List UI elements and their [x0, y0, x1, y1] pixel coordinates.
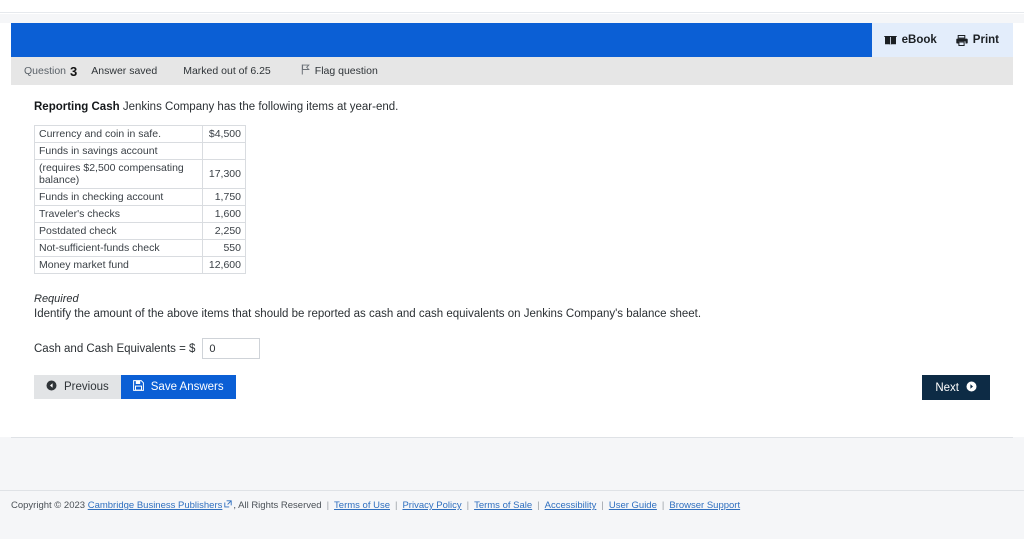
item-amount-cell: 2,250 [202, 222, 246, 240]
flag-icon [301, 64, 310, 78]
item-amount-cell: 1,750 [202, 188, 246, 206]
table-row: (requires $2,500 compensating balance) 17… [33, 159, 246, 189]
footer-separator: | [395, 500, 398, 511]
action-buttons: Previous Save Answers [34, 375, 236, 399]
answer-status: Answer saved [91, 65, 158, 77]
footer-separator: | [661, 500, 665, 511]
item-amount-cell [202, 142, 246, 160]
question-info-bar: Question 3 Answer saved Marked out of 6.… [11, 57, 1013, 85]
footer-link[interactable]: Terms of Use [334, 500, 390, 511]
book-icon [883, 35, 897, 46]
quiz-page: eBook Print Question 3 Answer saved Mark… [0, 0, 1024, 539]
question-title: Reporting Cash [34, 101, 120, 113]
printer-icon [955, 34, 968, 46]
item-label-cell: Currency and coin in safe. [33, 125, 204, 143]
item-label-cell: Funds in checking account [33, 188, 204, 206]
top-strip [0, 0, 1024, 13]
table-row: Postdated check 2,250 [33, 222, 246, 240]
answer-label: Cash and Cash Equivalents = $ [34, 342, 196, 355]
item-amount-cell: $4,500 [202, 125, 246, 143]
footer-separator: | [537, 500, 540, 511]
next-label: Next [935, 381, 959, 394]
footer-links: | Terms of Use | Privacy Policy | Terms of Sa… [322, 500, 741, 511]
item-amount-cell: 12,600 [202, 256, 246, 274]
table-row: Not-sufficient-funds check 550 [33, 239, 246, 257]
question-number: 3 [70, 63, 78, 79]
item-label-cell: Money market fund [33, 256, 204, 274]
ebook-label: eBook [901, 34, 937, 46]
item-amount-cell: 17,300 [202, 159, 246, 189]
external-link-icon [224, 500, 233, 511]
footer-link[interactable]: Accessibility [545, 500, 597, 511]
footer-link[interactable]: Terms of Sale [474, 500, 532, 511]
copyright-suffix: , All Rights Reserved [233, 500, 322, 511]
items-table: Currency and coin in safe. $4,500 Funds in… [33, 125, 246, 274]
print-button[interactable]: Print [955, 34, 999, 46]
item-label-cell: Not-sufficient-funds check [33, 239, 204, 257]
card-bottom-divider [11, 437, 1013, 438]
arrow-right-circle-icon [966, 381, 977, 395]
question-card: eBook Print Question 3 Answer saved Mark… [11, 23, 1013, 437]
company-link[interactable]: Cambridge Business Publishers [88, 500, 223, 511]
item-label-cell: Funds in savings account [33, 142, 204, 160]
arrow-left-circle-icon [46, 380, 57, 394]
table-row: Funds in checking account 1,750 [33, 188, 246, 206]
item-amount-cell: 550 [202, 239, 246, 257]
required-heading: Required [34, 293, 79, 305]
question-label: Question [24, 65, 67, 77]
page-background-strip [0, 14, 1024, 23]
footer-separator: | [466, 500, 470, 511]
question-body: Reporting Cash Jenkins Company has the f… [11, 85, 1013, 359]
table-row: Currency and coin in safe. $4,500 [33, 125, 246, 143]
footer-separator: | [601, 500, 604, 511]
flag-question-button[interactable]: Flag question [301, 64, 378, 78]
previous-label: Previous [64, 381, 109, 393]
save-answers-button[interactable]: Save Answers [120, 375, 236, 399]
table-row: Money market fund 12,600 [33, 256, 246, 274]
flag-question-label: Flag question [314, 65, 378, 77]
table-row: Traveler's checks 1,600 [33, 205, 246, 223]
item-amount-cell: 1,600 [202, 205, 246, 223]
footer-separator: | [326, 500, 330, 511]
save-answers-label: Save Answers [150, 381, 224, 393]
quiz-header-bar: eBook Print [11, 23, 1013, 57]
answer-row: Cash and Cash Equivalents = $ [34, 338, 999, 359]
header-tools: eBook Print [871, 23, 1013, 57]
page-footer-area: Copyright © 2023 Cambridge Business Publ… [0, 437, 1024, 539]
ebook-button[interactable]: eBook [883, 34, 937, 46]
item-label-cell: Postdated check [33, 222, 204, 240]
print-label: Print [972, 34, 999, 46]
footer: Copyright © 2023 Cambridge Business Publ… [11, 500, 740, 511]
footer-link[interactable]: User Guide [609, 500, 657, 511]
next-button[interactable]: Next [922, 375, 990, 400]
footer-divider [0, 490, 1024, 491]
table-row: Funds in savings account [33, 142, 246, 160]
items-table-body: Currency and coin in safe. $4,500 Funds in… [33, 125, 246, 274]
copyright-prefix: Copyright © 2023 [11, 500, 86, 511]
item-label-cell: Traveler's checks [33, 205, 204, 223]
item-label-cell: (requires $2,500 compensating balance) [33, 159, 204, 189]
footer-link[interactable]: Browser Support [669, 500, 740, 511]
previous-button[interactable]: Previous [34, 375, 121, 399]
marked-out-of: Marked out of 6.25 [183, 65, 271, 77]
question-prompt: Reporting Cash Jenkins Company has the f… [34, 101, 999, 113]
cash-equivalents-input[interactable] [202, 338, 261, 359]
required-text: Identify the amount of the above items t… [34, 308, 702, 320]
footer-link[interactable]: Privacy Policy [402, 500, 461, 511]
save-icon [132, 380, 144, 394]
question-prompt-text: Jenkins Company has the following items … [122, 101, 399, 113]
